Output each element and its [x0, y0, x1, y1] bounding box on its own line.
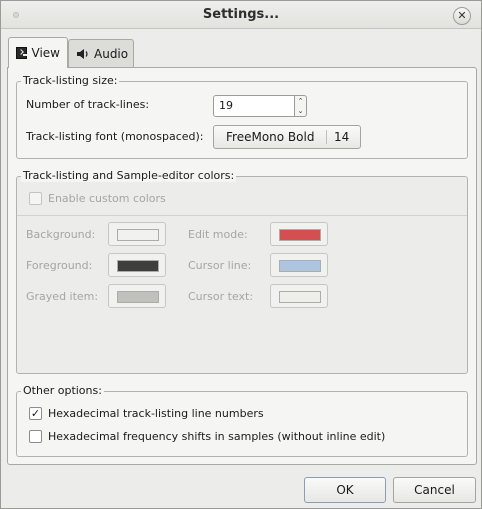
track-listing-size-title: Track-listing size: — [21, 74, 120, 87]
settings-dialog: Settings... ✕ View Audio Track-listing s… — [0, 0, 482, 509]
background-color-label: Background: — [26, 228, 96, 241]
foreground-color-label: Foreground: — [26, 259, 93, 272]
tab-audio[interactable]: Audio — [68, 39, 134, 67]
edit-mode-color-swatch — [279, 229, 321, 241]
tab-view-label: View — [31, 46, 60, 60]
enable-custom-colors-checkbox[interactable] — [29, 192, 42, 205]
cursor-line-color-swatch — [279, 260, 321, 272]
checkmark-icon: ✓ — [30, 407, 41, 420]
track-lines-label: Number of track-lines: — [26, 98, 150, 111]
close-icon: ✕ — [457, 9, 467, 22]
font-name: FreeMono Bold — [226, 130, 315, 144]
cursor-text-color-button[interactable] — [270, 284, 328, 308]
colors-group: Track-listing and Sample-editor colors: … — [16, 169, 468, 374]
colors-title: Track-listing and Sample-editor colors: — [21, 169, 237, 182]
foreground-color-button[interactable] — [108, 253, 166, 277]
title-bar: Settings... ✕ — [1, 1, 481, 29]
grayed-item-color-label: Grayed item: — [26, 290, 99, 303]
cursor-text-color-label: Cursor text: — [188, 290, 254, 303]
view-panel: Track-listing size: Number of track-line… — [7, 67, 477, 465]
track-lines-stepper[interactable]: ⌃ ⌄ — [295, 95, 307, 117]
font-chooser-button[interactable]: FreeMono Bold 14 — [213, 125, 361, 149]
hex-line-numbers-checkbox[interactable]: ✓ — [29, 407, 42, 420]
chevron-up-icon[interactable]: ⌃ — [295, 96, 306, 106]
ok-button[interactable]: OK — [304, 477, 386, 503]
edit-mode-color-label: Edit mode: — [188, 228, 248, 241]
grayed-item-color-button[interactable] — [108, 284, 166, 308]
enable-custom-colors-label: Enable custom colors — [48, 192, 166, 205]
hex-line-numbers-label: Hexadecimal track-listing line numbers — [48, 407, 264, 420]
hex-frequency-shifts-label: Hexadecimal frequency shifts in samples … — [48, 430, 386, 443]
edit-mode-color-button[interactable] — [270, 222, 328, 246]
other-options-group: Other options: ✓ Hexadecimal track-listi… — [16, 384, 468, 457]
track-lines-input[interactable]: 19 — [213, 95, 295, 117]
tab-view[interactable]: View — [8, 37, 68, 68]
cancel-button[interactable]: Cancel — [393, 477, 476, 503]
hex-frequency-shifts-checkbox[interactable] — [29, 430, 42, 443]
terminal-icon — [16, 47, 28, 59]
background-color-swatch — [117, 229, 159, 241]
background-color-button[interactable] — [108, 222, 166, 246]
other-options-title: Other options: — [21, 384, 104, 397]
foreground-color-swatch — [117, 260, 159, 272]
font-label: Track-listing font (monospaced): — [26, 130, 204, 143]
colors-divider — [17, 215, 467, 216]
chevron-down-icon[interactable]: ⌄ — [295, 106, 306, 116]
cursor-line-color-button[interactable] — [270, 253, 328, 277]
cursor-line-color-label: Cursor line: — [188, 259, 252, 272]
font-size: 14 — [334, 130, 350, 144]
dialog-title: Settings... — [202, 7, 280, 22]
close-button[interactable]: ✕ — [453, 7, 471, 25]
grayed-item-color-swatch — [117, 291, 159, 303]
speaker-icon — [76, 48, 90, 60]
cursor-text-color-swatch — [279, 291, 321, 303]
tab-audio-label: Audio — [94, 46, 129, 61]
track-listing-size-group: Track-listing size: Number of track-line… — [16, 74, 468, 159]
